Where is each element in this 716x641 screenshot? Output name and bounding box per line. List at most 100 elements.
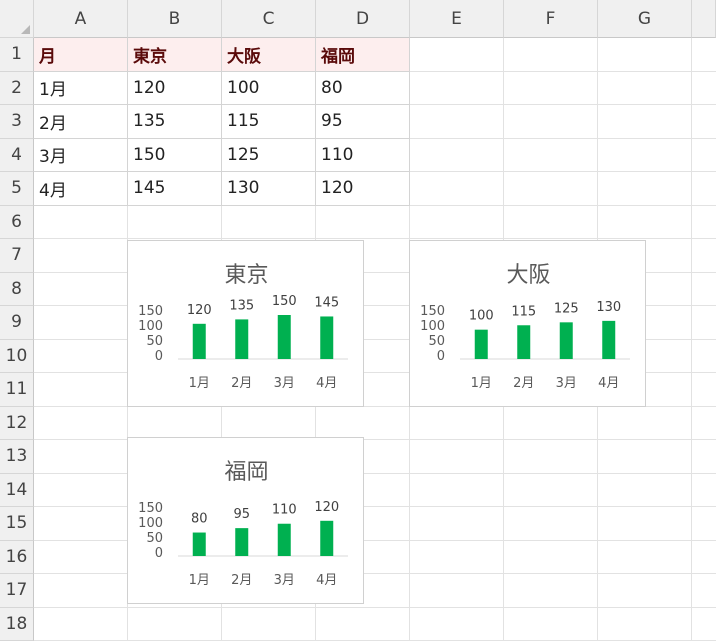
y-tick-label: 150 [138, 304, 163, 319]
row-header-6[interactable]: 6 [0, 205, 34, 239]
table-cell[interactable]: 115 [222, 105, 316, 139]
category-label: 2月 [513, 376, 534, 391]
table-cell[interactable]: 120 [128, 71, 222, 105]
column-header-d[interactable]: D [316, 0, 410, 38]
y-tick-label: 0 [155, 349, 163, 364]
row-header-4[interactable]: 4 [0, 138, 34, 172]
row-header-2[interactable]: 2 [0, 71, 34, 105]
chart-1[interactable]: 東京 150 100 50 0 120 1月 135 2月 150 3月 145 4月 [127, 240, 364, 407]
table-header-cell[interactable]: 福岡 [316, 38, 410, 72]
row-header-3[interactable]: 3 [0, 105, 34, 139]
y-tick-label: 100 [138, 319, 163, 334]
bar[interactable] [474, 329, 488, 359]
bar[interactable] [559, 322, 573, 359]
table-header-cell[interactable]: 東京 [128, 38, 222, 72]
bar[interactable] [277, 315, 291, 359]
bar[interactable] [192, 323, 206, 359]
column-header-f[interactable]: F [504, 0, 598, 38]
y-tick-label: 150 [138, 501, 163, 516]
gridline-horizontal [34, 606, 716, 608]
data-label: 125 [554, 301, 579, 316]
table-cell[interactable]: 1月 [34, 71, 128, 105]
bar[interactable] [517, 325, 531, 359]
row-header-5[interactable]: 5 [0, 172, 34, 206]
table-cell[interactable]: 135 [128, 105, 222, 139]
table-cell[interactable]: 80 [316, 71, 410, 105]
bar[interactable] [320, 316, 334, 359]
table-cell[interactable]: 125 [222, 138, 316, 172]
data-label: 80 [191, 512, 208, 527]
table-cell[interactable]: 110 [316, 138, 410, 172]
row-header-12[interactable]: 12 [0, 406, 34, 440]
table-header-cell[interactable]: 大阪 [222, 38, 316, 72]
bar[interactable] [320, 520, 334, 556]
category-label: 3月 [274, 573, 295, 588]
data-label: 145 [314, 295, 339, 310]
gridline-horizontal [34, 238, 716, 239]
gridline-vertical [691, 38, 692, 641]
row-header-9[interactable]: 9 [0, 306, 34, 340]
row-header-15[interactable]: 15 [0, 507, 34, 541]
data-label: 95 [233, 507, 250, 522]
table-header-cell[interactable]: 月 [34, 38, 128, 72]
column-header-filler [692, 0, 716, 38]
chart-3[interactable]: 福岡 150 100 50 0 80 1月 95 2月 110 3月 120 4月 [127, 437, 364, 604]
table-cell[interactable]: 3月 [34, 138, 128, 172]
column-header-c[interactable]: C [222, 0, 316, 38]
y-tick-label: 100 [420, 319, 445, 334]
category-label: 4月 [316, 573, 337, 588]
bar[interactable] [235, 528, 249, 556]
table-cell[interactable]: 150 [128, 138, 222, 172]
y-tick-label: 0 [437, 349, 445, 364]
chart-2[interactable]: 大阪 150 100 50 0 100 1月 115 2月 125 3月 130 4月 [409, 240, 646, 407]
data-label: 150 [272, 294, 297, 309]
table-cell[interactable]: 120 [316, 172, 410, 206]
row-header-17[interactable]: 17 [0, 574, 34, 608]
category-label: 2月 [231, 376, 252, 391]
row-header-8[interactable]: 8 [0, 272, 34, 306]
table-cell[interactable]: 100 [222, 71, 316, 105]
table-cell[interactable]: 95 [316, 105, 410, 139]
row-header-14[interactable]: 14 [0, 473, 34, 507]
row-header-13[interactable]: 13 [0, 440, 34, 474]
data-label: 130 [596, 300, 621, 315]
chart-svg: 福岡 150100500 80 1月 95 2月 110 3月 120 4月 [138, 460, 348, 588]
row-header-16[interactable]: 16 [0, 540, 34, 574]
y-tick-label: 150 [420, 304, 445, 319]
category-label: 4月 [316, 376, 337, 391]
category-label: 1月 [189, 376, 210, 391]
y-tick-label: 50 [146, 531, 163, 546]
data-label: 100 [469, 309, 494, 324]
column-header-b[interactable]: B [128, 0, 222, 38]
row-header-11[interactable]: 11 [0, 373, 34, 407]
table-cell[interactable]: 145 [128, 172, 222, 206]
chart-title: 大阪 [506, 263, 550, 288]
row-header-7[interactable]: 7 [0, 239, 34, 273]
select-all-triangle-icon [21, 25, 30, 34]
y-tick-label: 100 [138, 516, 163, 531]
bar[interactable] [277, 523, 291, 556]
y-tick-label: 50 [146, 334, 163, 349]
bar[interactable] [602, 320, 616, 359]
select-all-corner[interactable] [0, 0, 34, 38]
chart-svg: 東京1501005001201月1352月1503月1454月 [138, 263, 348, 391]
table-cell[interactable]: 130 [222, 172, 316, 206]
table-cell[interactable]: 4月 [34, 172, 128, 206]
category-label: 4月 [598, 376, 619, 391]
y-tick-label: 0 [155, 546, 163, 561]
column-header-a[interactable]: A [34, 0, 128, 38]
chart-svg: 大阪1501005001001月1152月1253月1304月 [420, 263, 630, 391]
data-label: 110 [272, 503, 297, 518]
category-label: 2月 [231, 573, 252, 588]
category-label: 1月 [189, 573, 210, 588]
row-header-1[interactable]: 1 [0, 38, 34, 72]
row-header-18[interactable]: 18 [0, 607, 34, 641]
bar[interactable] [192, 532, 206, 556]
chart-title: 福岡 [224, 460, 268, 485]
column-header-e[interactable]: E [410, 0, 504, 38]
data-label: 120 [314, 500, 339, 515]
row-header-10[interactable]: 10 [0, 339, 34, 373]
column-header-g[interactable]: G [598, 0, 692, 38]
bar[interactable] [235, 319, 249, 359]
table-cell[interactable]: 2月 [34, 105, 128, 139]
